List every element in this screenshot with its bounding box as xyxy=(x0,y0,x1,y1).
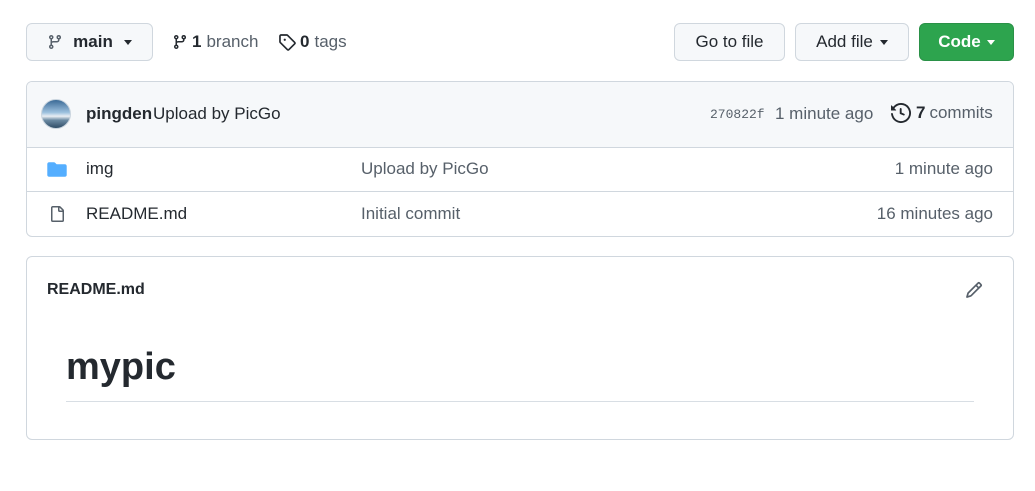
commit-count: 7 xyxy=(916,103,926,122)
go-to-file-button[interactable]: Go to file xyxy=(674,23,785,61)
file-icon xyxy=(49,205,65,223)
file-row[interactable]: README.md Initial commit 16 minutes ago xyxy=(27,192,1013,236)
chevron-down-icon xyxy=(123,39,132,45)
code-label: Code xyxy=(938,32,981,51)
git-branch-icon xyxy=(172,34,188,50)
pencil-icon[interactable] xyxy=(965,281,983,299)
tag-count: 0 xyxy=(300,32,310,51)
tag-icon xyxy=(278,33,296,51)
commits-link[interactable]: 7 commits xyxy=(891,103,993,123)
file-row[interactable]: img Upload by PicGo 1 minute ago xyxy=(27,147,1013,192)
code-button[interactable]: Code xyxy=(919,23,1014,61)
file-age: 1 minute ago xyxy=(894,159,993,178)
commit-hash[interactable]: 270822f xyxy=(710,107,765,122)
readme-filename[interactable]: README.md xyxy=(47,281,145,299)
file-age: 16 minutes ago xyxy=(876,204,993,223)
file-name[interactable]: README.md xyxy=(86,204,187,224)
history-icon xyxy=(891,103,911,123)
file-commit-message[interactable]: Upload by PicGo xyxy=(361,159,489,179)
branch-name: main xyxy=(73,32,113,51)
readme-heading: mypic xyxy=(66,345,974,402)
file-list: pingden Upload by PicGo 270822f 1 minute… xyxy=(26,81,1014,237)
git-branch-icon xyxy=(47,34,63,50)
folder-icon xyxy=(47,161,67,178)
branch-select-button[interactable]: main xyxy=(26,23,153,61)
commits-label: commits xyxy=(929,103,993,122)
commit-message[interactable]: Upload by PicGo xyxy=(153,104,281,124)
branches-link[interactable]: 1 branch xyxy=(172,31,258,53)
add-file-button[interactable]: Add file xyxy=(795,23,909,61)
commit-author[interactable]: pingden xyxy=(86,104,152,124)
latest-commit-bar: pingden Upload by PicGo 270822f 1 minute… xyxy=(27,82,1013,148)
add-file-label: Add file xyxy=(816,32,873,51)
branch-count: 1 xyxy=(192,32,202,51)
chevron-down-icon xyxy=(986,39,995,45)
chevron-down-icon xyxy=(879,39,888,45)
tags-link[interactable]: 0 tags xyxy=(278,31,347,53)
commit-time: 1 minute ago xyxy=(775,104,874,123)
file-name[interactable]: img xyxy=(86,159,113,179)
file-commit-message[interactable]: Initial commit xyxy=(361,204,460,224)
readme-panel: README.md mypic xyxy=(26,256,1014,440)
tag-label: tags xyxy=(314,32,347,51)
branch-label: branch xyxy=(206,32,259,51)
avatar[interactable] xyxy=(41,99,71,129)
